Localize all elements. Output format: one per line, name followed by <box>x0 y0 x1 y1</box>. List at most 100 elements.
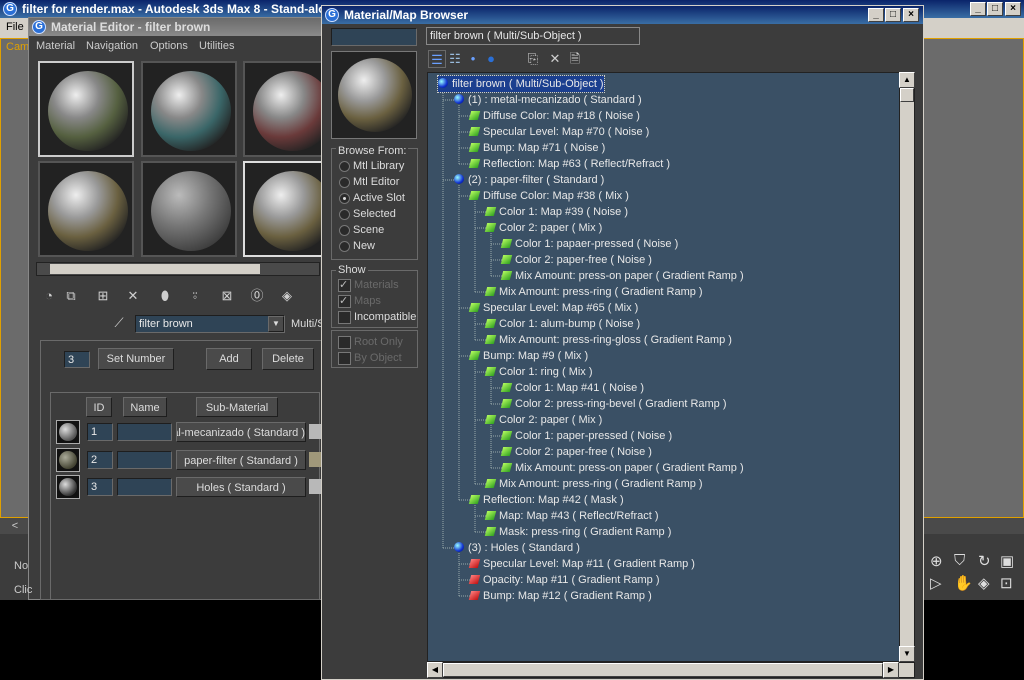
row-sphere-icon[interactable] <box>56 475 80 499</box>
tree-map-item[interactable]: Diffuse Color: Map #38 ( Mix ) <box>468 188 629 204</box>
sub-material-header-button[interactable]: Sub-Material <box>196 397 278 417</box>
tree-hscroll-thumb[interactable] <box>443 663 883 677</box>
browser-minimize-button[interactable]: _ <box>868 8 884 22</box>
row-sphere-icon[interactable] <box>56 420 80 444</box>
row-name-field[interactable] <box>117 451 172 469</box>
delete-from-library-icon[interactable]: ✕ <box>546 50 564 68</box>
pan-icon[interactable]: ⊕ <box>930 552 949 570</box>
main-maximize-button[interactable]: □ <box>987 2 1003 16</box>
rotate-icon[interactable]: ↻ <box>978 552 997 570</box>
row-color-swatch[interactable] <box>309 479 321 494</box>
browse-from-scene-radio[interactable]: Scene <box>337 222 427 238</box>
delete-button[interactable]: Delete <box>262 348 314 370</box>
menu-file[interactable]: File <box>6 21 24 33</box>
tree-map-item[interactable]: Mix Amount: press-ring ( Gradient Ramp ) <box>484 284 703 300</box>
row-sphere-icon[interactable] <box>56 448 80 472</box>
name-header-button[interactable]: Name <box>123 397 167 417</box>
browser-search-field[interactable] <box>331 28 417 46</box>
browse-from-mtl-editor-radio[interactable]: Mtl Editor <box>337 174 427 190</box>
viewport[interactable] <box>0 38 30 518</box>
reset-map-icon[interactable]: ✕ <box>124 287 142 305</box>
material-type-label[interactable]: Multi/Sub-Object <box>291 318 321 330</box>
slots-hscroll-thumb[interactable] <box>50 264 260 274</box>
row-id-field[interactable]: 1 <box>87 423 113 441</box>
copy-material-icon[interactable]: ⬮ <box>156 287 174 305</box>
tree-map-item[interactable]: Bump: Map #71 ( Noise ) <box>468 140 605 156</box>
orbit-icon[interactable]: ⛉ <box>954 552 971 569</box>
tree-material-item[interactable]: (3) : Holes ( Standard ) <box>454 540 580 556</box>
row-id-field[interactable]: 2 <box>87 451 113 469</box>
tree-map-item[interactable]: Bump: Map #9 ( Mix ) <box>468 348 588 364</box>
tree-map-item[interactable]: Specular Level: Map #65 ( Mix ) <box>468 300 638 316</box>
row-color-swatch[interactable] <box>309 452 321 467</box>
tree-map-item[interactable]: Color 2: paper-free ( Noise ) <box>500 444 652 460</box>
make-unique-icon[interactable]: ⍤ <box>186 287 204 305</box>
tree-map-item[interactable]: Color 1: papaer-pressed ( Noise ) <box>500 236 678 252</box>
material-name-field[interactable]: filter brown <box>135 315 285 333</box>
sample-slot-5[interactable] <box>141 161 237 257</box>
browse-from-selected-radio[interactable]: Selected <box>337 206 427 222</box>
browse-from-active-slot-radio[interactable]: Active Slot <box>337 190 427 206</box>
tree-map-item[interactable]: Color 2: press-ring-bevel ( Gradient Ram… <box>500 396 727 412</box>
fov-icon[interactable]: ▷ <box>930 574 948 592</box>
material-tree[interactable]: filter brown ( Multi/Sub-Object ) (1) : m… <box>427 72 900 662</box>
show-materials-checkbox[interactable]: Materials <box>337 277 427 293</box>
browser-close-button[interactable]: × <box>903 8 919 22</box>
main-close-button[interactable]: × <box>1005 2 1021 16</box>
id-header-button[interactable]: ID <box>86 397 112 417</box>
main-minimize-button[interactable]: _ <box>970 2 986 16</box>
row-id-field[interactable]: 3 <box>87 478 113 496</box>
tree-scroll-left[interactable]: ◀ <box>427 662 443 678</box>
row-color-swatch[interactable] <box>309 424 321 439</box>
tree-material-item[interactable]: (2) : paper-filter ( Standard ) <box>454 172 604 188</box>
tree-map-item[interactable]: Reflection: Map #42 ( Mask ) <box>468 492 624 508</box>
tree-material-item[interactable]: filter brown ( Multi/Sub-Object ) <box>437 75 605 93</box>
row-sub-material-button[interactable]: paper-filter ( Standard ) <box>176 450 306 470</box>
tree-map-item[interactable]: Mix Amount: press-ring-gloss ( Gradient … <box>484 332 732 348</box>
hand-icon[interactable]: ✋ <box>954 574 979 592</box>
root-only-checkbox[interactable]: Root Only <box>337 334 427 350</box>
tree-map-item[interactable]: Mask: press-ring ( Gradient Ramp ) <box>484 524 671 540</box>
browse-from-new-radio[interactable]: New <box>337 238 427 254</box>
view-large-icons-icon[interactable]: ● <box>482 50 500 68</box>
tree-map-item[interactable]: Mix Amount: press-on paper ( Gradient Ra… <box>500 460 744 476</box>
menu-navigation[interactable]: Navigation <box>86 40 138 52</box>
material-effects-icon[interactable]: ⓪ <box>248 287 266 305</box>
tree-map-item[interactable]: Color 1: Map #39 ( Noise ) <box>484 204 628 220</box>
tree-map-item[interactable]: Color 1: paper-pressed ( Noise ) <box>500 428 672 444</box>
tree-scroll-down[interactable]: ▼ <box>899 646 915 662</box>
show-map-icon[interactable]: ◈ <box>278 287 296 305</box>
set-number-button[interactable]: Set Number <box>98 348 174 370</box>
tree-scroll-right[interactable]: ▶ <box>883 662 899 678</box>
tree-map-item[interactable]: Mix Amount: press-ring ( Gradient Ramp ) <box>484 476 703 492</box>
pick-material-icon[interactable]: ⟋ <box>110 314 128 332</box>
tree-map-item[interactable]: Map: Map #43 ( Reflect/Refract ) <box>484 508 659 524</box>
by-object-checkbox[interactable]: By Object <box>337 350 427 366</box>
set-number-field[interactable]: 3 <box>64 351 90 368</box>
menu-material[interactable]: Material <box>36 40 75 52</box>
tree-material-item[interactable]: (1) : metal-mecanizado ( Standard ) <box>454 92 642 108</box>
row-name-field[interactable] <box>117 478 172 496</box>
put-to-library-icon[interactable]: ⊠ <box>218 287 236 305</box>
timeline-scroll[interactable]: < <box>0 518 30 534</box>
get-material-icon[interactable]: ◔ <box>40 287 58 305</box>
tree-map-item[interactable]: Reflection: Map #63 ( Reflect/Refract ) <box>468 156 670 172</box>
tree-map-item[interactable]: Color 1: alum-bump ( Noise ) <box>484 316 640 332</box>
tree-vscroll[interactable] <box>899 72 915 662</box>
add-button[interactable]: Add <box>206 348 252 370</box>
row-sub-material-button[interactable]: Holes ( Standard ) <box>176 477 306 497</box>
clear-library-icon[interactable]: 🗎 <box>566 50 584 68</box>
tree-map-item[interactable]: Specular Level: Map #70 ( Noise ) <box>468 124 649 140</box>
put-to-scene-icon[interactable]: ⧉ <box>62 287 80 305</box>
sample-slot-2[interactable] <box>141 61 237 157</box>
view-list-icons-icon[interactable]: ☷ <box>446 50 464 68</box>
sample-slot-1[interactable] <box>38 61 134 157</box>
timeline-right[interactable] <box>922 518 1024 534</box>
sample-slot-4[interactable] <box>38 161 134 257</box>
row-name-field[interactable] <box>117 423 172 441</box>
tree-map-item[interactable]: Color 2: paper ( Mix ) <box>484 412 602 428</box>
tree-map-item[interactable]: Color 1: Map #41 ( Noise ) <box>500 380 644 396</box>
tree-map-item[interactable]: Color 1: ring ( Mix ) <box>484 364 593 380</box>
show-incompatible-checkbox[interactable]: Incompatible <box>337 309 427 325</box>
tree-scroll-thumb[interactable] <box>900 88 914 102</box>
